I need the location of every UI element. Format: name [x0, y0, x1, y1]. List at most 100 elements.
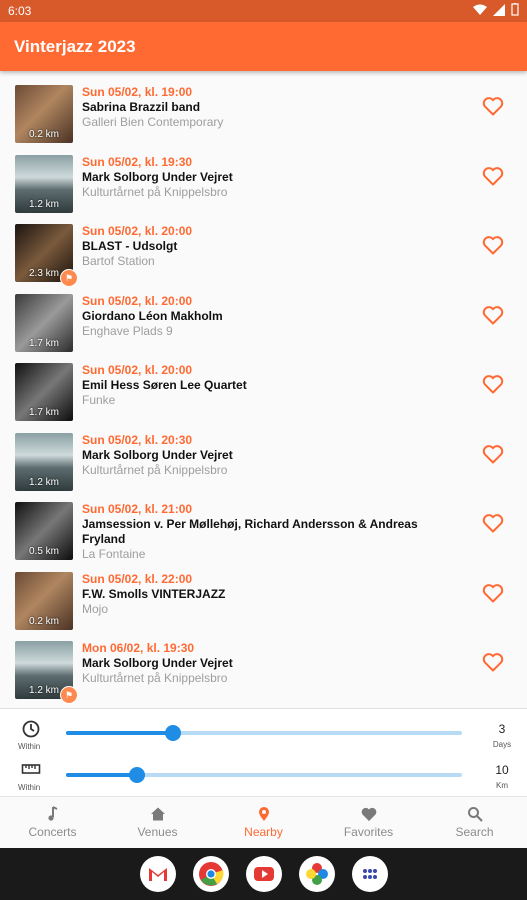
- event-venue: Galleri Bien Contemporary: [82, 115, 224, 129]
- battery-icon: [511, 3, 519, 16]
- event-thumbnail: 1.7 km: [15, 363, 73, 421]
- search-icon: [467, 807, 483, 822]
- event-venue: Mojo: [82, 601, 109, 616]
- chrome-icon[interactable]: [193, 856, 229, 892]
- event-row[interactable]: 2.3 km ⚑ Sun 05/02, kl. 20:00 BLAST - Udsol…: [0, 217, 527, 287]
- nav-nearby[interactable]: Nearby: [211, 797, 316, 849]
- nav-favorites-label: Favorites: [343, 825, 394, 839]
- music-note-icon: [47, 806, 57, 821]
- event-distance: 0.2 km: [28, 615, 59, 627]
- event-row[interactable]: 1.2 km Sun 05/02, kl. 20:30 Mark Solborg U…: [0, 426, 527, 495]
- nav-nearby-label: Nearby: [244, 825, 283, 839]
- event-title: Emil Hess Søren Lee Quartet: [82, 378, 247, 392]
- event-title: BLAST - Udsolgt: [82, 239, 178, 253]
- wifi-icon: [473, 4, 487, 15]
- event-title: Mark Solborg Under Vejret: [82, 169, 233, 184]
- app-bar: Vinterjazz 2023: [0, 22, 527, 71]
- favorite-heart-icon[interactable]: [481, 442, 505, 466]
- event-venue: Kulturtårnet på Knippelsbro: [82, 671, 228, 685]
- nav-venues-label: Venues: [137, 825, 178, 839]
- event-date: Sun 05/02, kl. 20:00: [82, 224, 193, 238]
- event-row[interactable]: 1.2 km ⚑ Mon 06/02, kl. 19:30 Mark Solborg …: [0, 634, 527, 704]
- event-badge-icon: ⚑: [60, 269, 78, 287]
- nav-search-label: Search: [455, 825, 494, 839]
- signal-icon: [493, 3, 505, 16]
- event-venue: Bartof Station: [82, 254, 155, 268]
- event-row[interactable]: 0.2 km Sun 05/02, kl. 19:00 Sabrina Brazzi…: [0, 78, 527, 147]
- nav-venues[interactable]: Venues: [105, 797, 210, 849]
- time-slider-fill: [66, 731, 173, 735]
- event-distance: 0.5 km: [28, 546, 59, 557]
- favorite-heart-icon[interactable]: [481, 650, 505, 674]
- home-icon: [150, 807, 165, 821]
- event-badge-icon: ⚑: [60, 686, 78, 704]
- event-title: Giordano Léon Makholm: [82, 308, 223, 323]
- distance-filter-row: Within 10 Km: [0, 755, 527, 795]
- favorite-heart-icon[interactable]: [481, 581, 505, 605]
- location-pin-icon: [258, 807, 269, 821]
- status-time: 6:03: [8, 4, 32, 18]
- distance-filter-unit: Km: [496, 781, 508, 790]
- event-date: Sun 05/02, kl. 19:30: [82, 154, 193, 169]
- event-row[interactable]: 0.5 km Sun 05/02, kl. 21:00 Jamsession v. …: [0, 495, 527, 564]
- event-date: Sun 05/02, kl. 20:30: [82, 432, 193, 447]
- heart-icon: [361, 807, 376, 821]
- event-venue: Funke: [82, 393, 116, 407]
- event-date: Sun 05/02, kl. 19:00: [82, 85, 193, 99]
- system-app-bar: [0, 848, 527, 900]
- status-bar: 6:03: [0, 0, 527, 22]
- nav-search[interactable]: Search: [422, 797, 527, 849]
- favorite-heart-icon[interactable]: [481, 164, 505, 188]
- event-title: Mark Solborg Under Vejret: [82, 656, 233, 670]
- event-date: Sun 05/02, kl. 22:00: [82, 571, 193, 586]
- time-filter-value: 3: [498, 722, 506, 736]
- nav-concerts[interactable]: Concerts: [0, 797, 105, 849]
- bottom-navigation: Concerts Venues Nearby Favorites Search: [0, 796, 527, 849]
- event-venue: Kulturtårnet på Knippelsbro: [82, 462, 228, 477]
- ruler-icon: [21, 764, 41, 774]
- event-venue: Kulturtårnet på Knippelsbro: [82, 184, 228, 199]
- event-row[interactable]: 1.7 km Sun 05/02, kl. 20:00 Emil Hess Søre…: [0, 356, 527, 425]
- favorite-heart-icon[interactable]: [481, 233, 505, 257]
- distance-slider-fill: [66, 773, 137, 777]
- event-distance: 1.2 km: [28, 198, 59, 210]
- nav-concerts-label: Concerts: [28, 825, 77, 839]
- photos-icon[interactable]: [299, 856, 335, 892]
- distance-slider[interactable]: [66, 767, 462, 783]
- event-thumbnail: 1.2 km: [15, 432, 73, 491]
- favorite-heart-icon[interactable]: [481, 372, 505, 396]
- event-distance: 0.2 km: [28, 129, 59, 140]
- filter-panel: Within 3 Days Within 10 Km: [0, 708, 527, 797]
- app-title: Vinterjazz 2023: [14, 37, 136, 56]
- favorite-heart-icon[interactable]: [481, 511, 505, 535]
- distance-slider-handle[interactable]: [129, 767, 145, 783]
- event-title: Mark Solborg Under Vejret: [82, 447, 233, 462]
- event-row[interactable]: 1.7 km Sun 05/02, kl. 20:00 Giordano Léon …: [0, 287, 527, 356]
- event-distance: 1.2 km: [28, 476, 59, 488]
- event-row[interactable]: 1.2 km Sun 05/02, kl. 19:30 Mark Solborg U…: [0, 148, 527, 217]
- favorite-heart-icon[interactable]: [481, 303, 505, 327]
- nav-favorites[interactable]: Favorites: [316, 797, 421, 849]
- event-row[interactable]: 0.2 km Sun 05/02, kl. 22:00 F.W. Smolls VI…: [0, 565, 527, 634]
- event-thumbnail: 1.7 km: [15, 293, 73, 352]
- status-icons: [473, 3, 519, 16]
- clock-icon: [22, 720, 40, 738]
- app-drawer-icon[interactable]: [352, 856, 388, 892]
- event-list[interactable]: 0.2 km Sun 05/02, kl. 19:00 Sabrina Brazzi…: [0, 78, 527, 708]
- time-filter-unit: Days: [492, 740, 512, 749]
- event-distance: 1.7 km: [28, 337, 59, 349]
- gmail-icon[interactable]: [140, 856, 176, 892]
- event-thumbnail: 0.2 km: [15, 571, 73, 630]
- time-slider[interactable]: [66, 725, 462, 741]
- favorite-heart-icon[interactable]: [481, 94, 505, 118]
- distance-filter-label: Within: [18, 783, 41, 792]
- event-date: Sun 05/02, kl. 21:00: [82, 502, 193, 516]
- youtube-icon[interactable]: [246, 856, 282, 892]
- event-venue: La Fontaine: [82, 547, 146, 561]
- time-filter-label: Within: [18, 742, 41, 751]
- event-venue: Enghave Plads 9: [82, 323, 173, 338]
- event-thumbnail: 0.5 km: [15, 502, 73, 560]
- event-thumbnail: 1.2 km: [15, 154, 73, 213]
- event-title: Jamsession v. Per Møllehøj, Richard Ande…: [82, 517, 418, 546]
- time-slider-handle[interactable]: [165, 725, 181, 741]
